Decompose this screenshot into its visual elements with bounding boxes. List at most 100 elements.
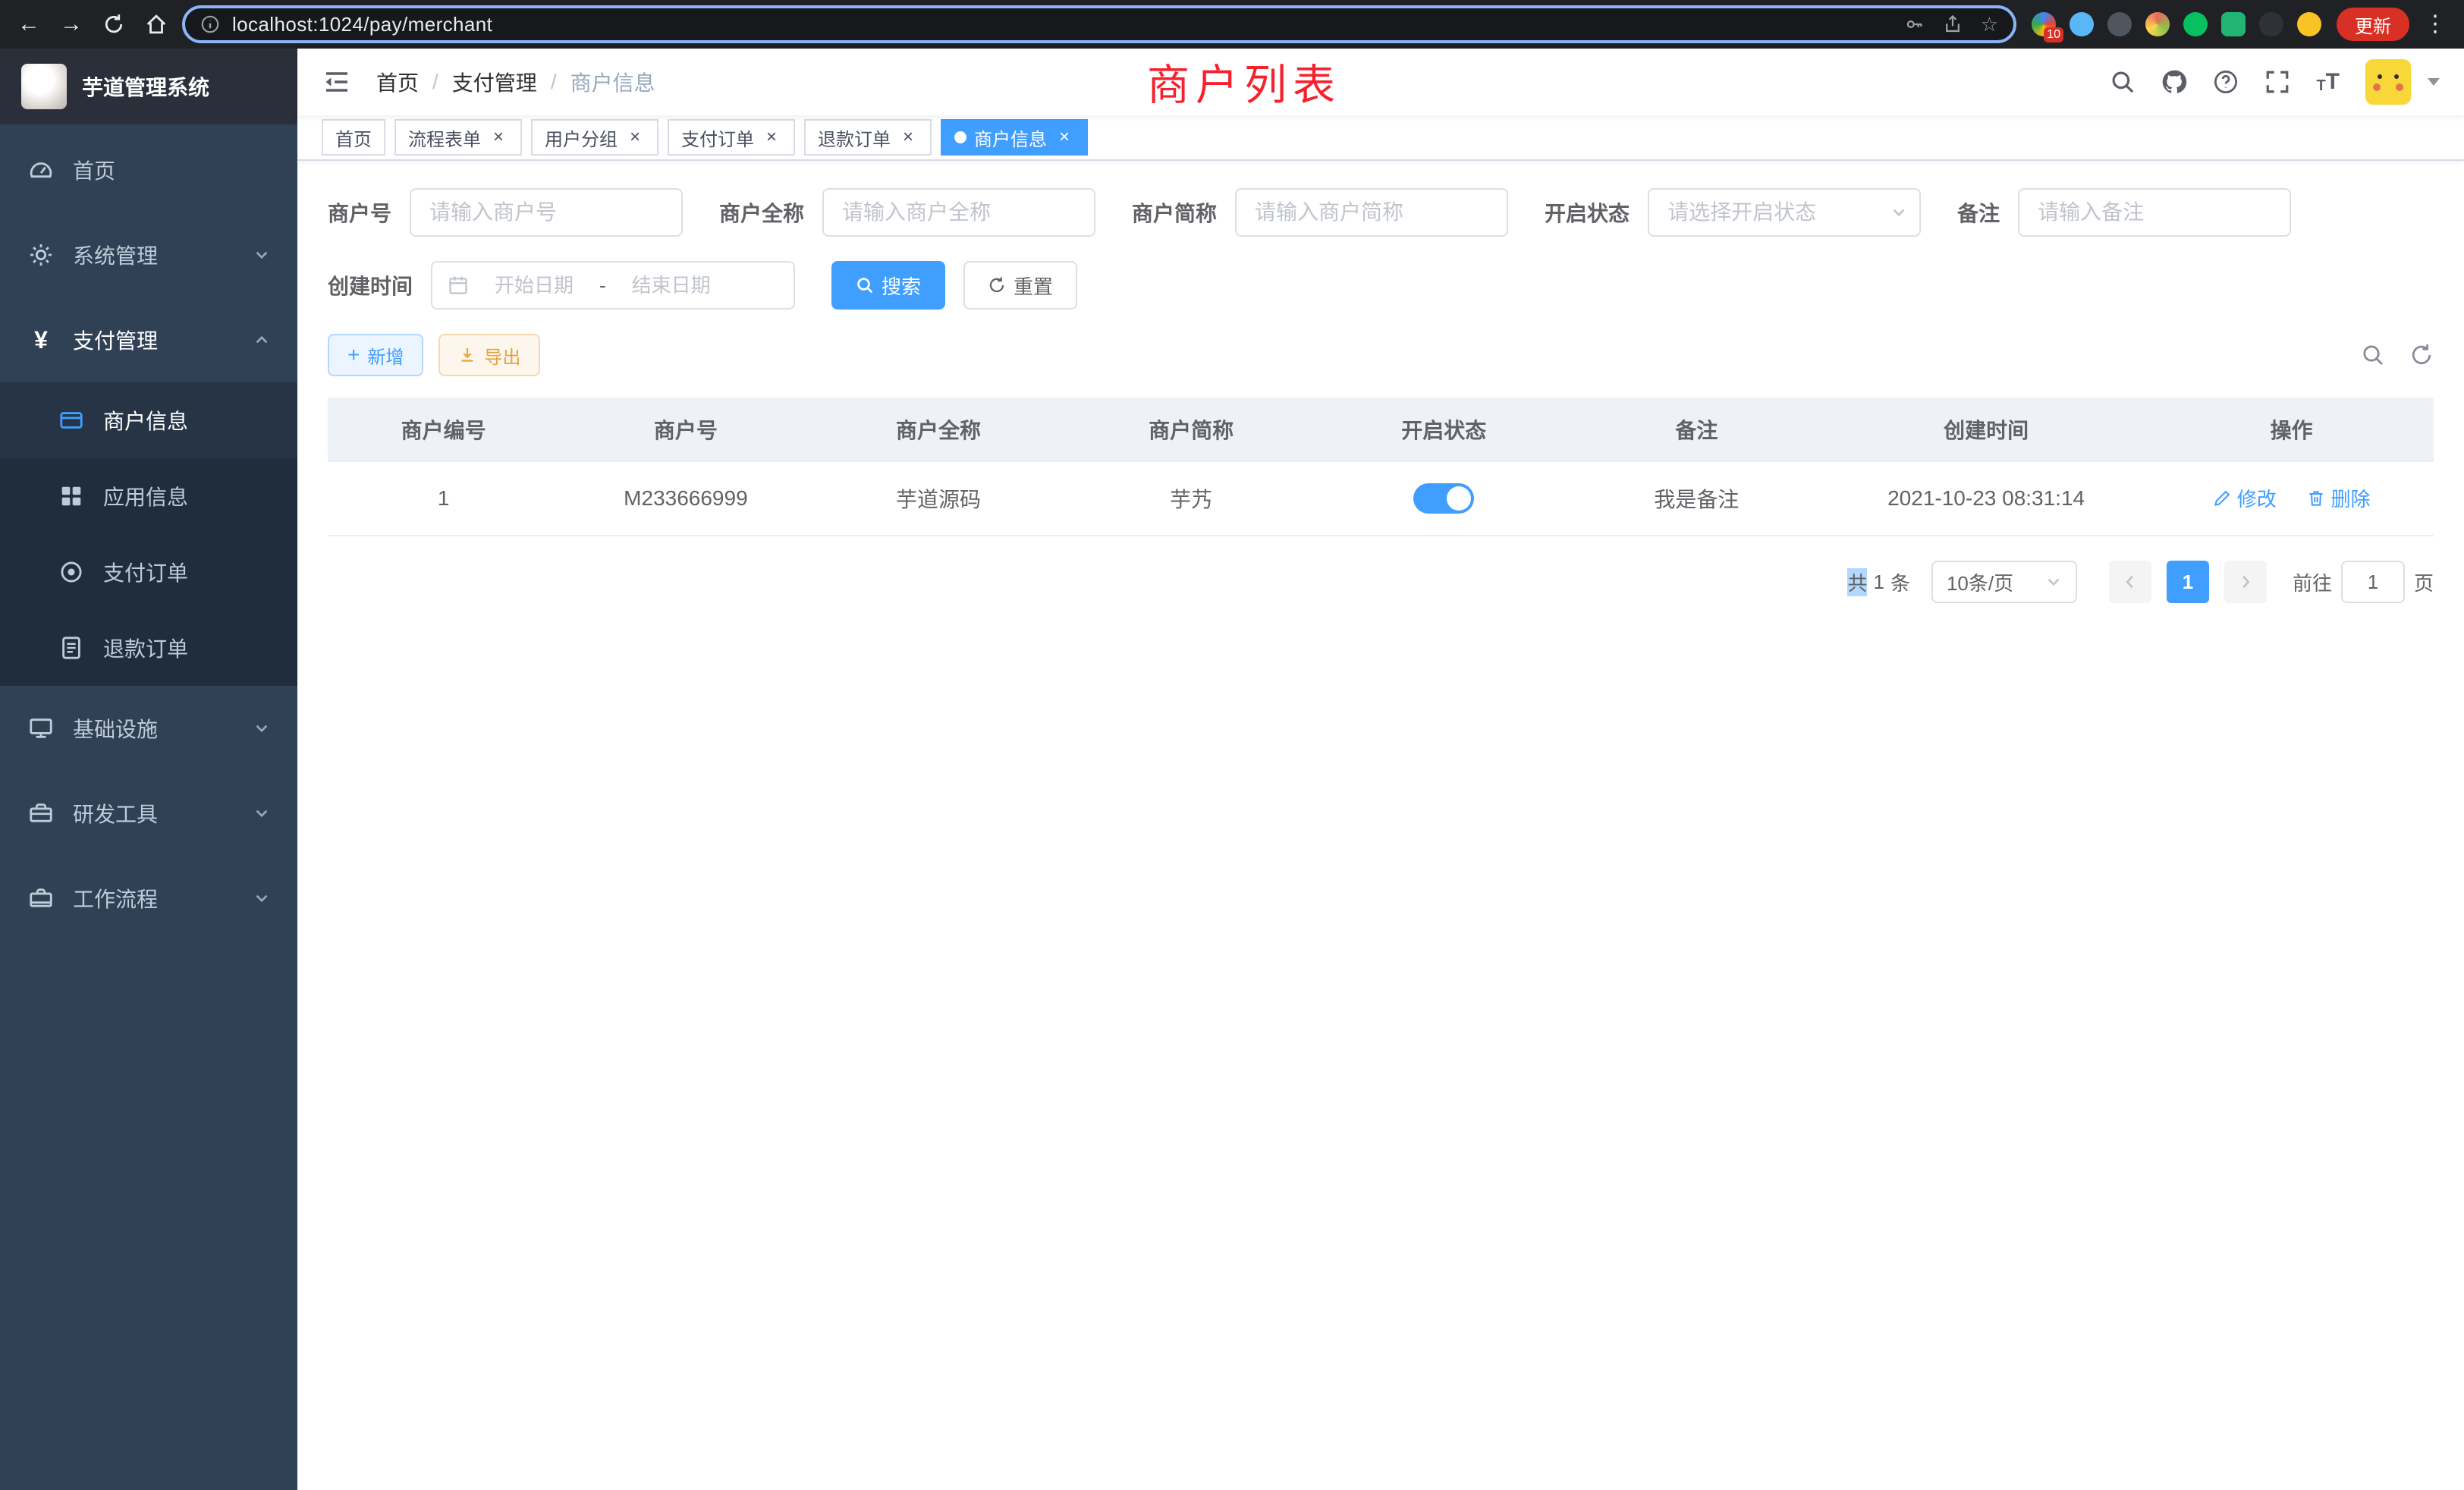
- share-icon[interactable]: [1943, 14, 1963, 34]
- sidebar-item-label: 商户信息: [103, 405, 188, 435]
- search-button[interactable]: 搜索: [831, 261, 945, 310]
- tab-label: 首页: [335, 124, 372, 151]
- extension-icon[interactable]: [2107, 12, 2132, 36]
- close-icon[interactable]: ×: [625, 127, 645, 147]
- close-icon[interactable]: ×: [489, 127, 508, 147]
- font-size-icon[interactable]: TT: [2316, 71, 2340, 93]
- sidebar-item-merchant-info[interactable]: 商户信息: [0, 382, 297, 458]
- logo-avatar: [21, 64, 67, 109]
- goto-page-input[interactable]: [2341, 561, 2405, 603]
- extension-icon[interactable]: [2297, 12, 2321, 36]
- tab-pay-order[interactable]: 支付订单 ×: [668, 119, 795, 156]
- tab-process-form[interactable]: 流程表单 ×: [394, 119, 522, 156]
- cell-full-name: 芋道源码: [812, 461, 1064, 536]
- toggle-search-icon[interactable]: [2361, 343, 2385, 367]
- briefcase-icon: [27, 885, 55, 912]
- full-name-input[interactable]: [822, 188, 1095, 237]
- sidebar-item-payment[interactable]: ¥ 支付管理: [0, 297, 297, 382]
- column-header: 开启状态: [1318, 398, 1570, 461]
- sidebar-item-workflow[interactable]: 工作流程: [0, 856, 297, 941]
- sidebar-item-label: 研发工具: [73, 798, 158, 828]
- tab-user-group[interactable]: 用户分组 ×: [531, 119, 658, 156]
- forward-icon[interactable]: →: [58, 11, 85, 38]
- app-title: 芋道管理系统: [82, 71, 209, 102]
- page-content: 商户号 商户全称 商户简称 开启状态: [297, 161, 2464, 1490]
- column-header: 备注: [1570, 398, 1823, 461]
- caret-down-icon[interactable]: [2428, 78, 2440, 86]
- add-button[interactable]: + 新增: [328, 334, 423, 376]
- sidebar-logo[interactable]: 芋道管理系统: [0, 49, 297, 124]
- tab-merchant-info[interactable]: 商户信息 ×: [941, 119, 1088, 156]
- extension-icon[interactable]: [2259, 12, 2283, 36]
- search-icon[interactable]: [2110, 69, 2136, 95]
- export-button[interactable]: 导出: [438, 334, 540, 376]
- breadcrumb-item[interactable]: 首页: [376, 67, 419, 97]
- edit-button[interactable]: 修改: [2213, 484, 2277, 512]
- plus-icon: +: [347, 344, 360, 366]
- reload-icon[interactable]: [100, 11, 127, 38]
- close-icon[interactable]: ×: [1054, 127, 1074, 147]
- avatar[interactable]: [2365, 59, 2411, 105]
- next-page-button[interactable]: [2224, 561, 2267, 603]
- close-icon[interactable]: ×: [762, 127, 781, 147]
- extension-icon[interactable]: [2183, 12, 2208, 36]
- reset-button[interactable]: 重置: [963, 261, 1077, 310]
- chevron-down-icon: [253, 720, 270, 737]
- start-date-input[interactable]: [478, 274, 590, 297]
- end-date-input[interactable]: [615, 274, 728, 297]
- sidebar-item-pay-order[interactable]: 支付订单: [0, 534, 297, 610]
- home-icon[interactable]: [143, 11, 170, 38]
- chevron-down-icon: [253, 247, 270, 263]
- fullscreen-icon[interactable]: [2264, 69, 2290, 95]
- tab-refund-order[interactable]: 退款订单 ×: [804, 119, 932, 156]
- merchant-no-input[interactable]: [410, 188, 683, 237]
- sidebar: 芋道管理系统 首页 系统管理: [0, 49, 297, 1490]
- sidebar-item-refund-order[interactable]: 退款订单: [0, 610, 297, 686]
- short-name-input[interactable]: [1235, 188, 1508, 237]
- hamburger-icon[interactable]: [322, 67, 352, 97]
- sidebar-item-devtools[interactable]: 研发工具: [0, 771, 297, 856]
- info-icon[interactable]: [200, 14, 220, 34]
- breadcrumb-item[interactable]: 支付管理: [452, 67, 537, 97]
- help-icon[interactable]: [2213, 69, 2239, 95]
- tab-home[interactable]: 首页: [322, 119, 385, 156]
- grid-icon: [58, 483, 85, 510]
- status-select-input[interactable]: [1649, 200, 1890, 225]
- bookmark-star-icon[interactable]: ☆: [1981, 13, 1998, 36]
- update-button[interactable]: 更新: [2337, 8, 2409, 41]
- field-label: 备注: [1957, 197, 2000, 228]
- delete-button[interactable]: 删除: [2307, 484, 2371, 512]
- extension-icon[interactable]: 10: [2032, 12, 2056, 36]
- browser-menu-icon[interactable]: ⋮: [2422, 11, 2449, 38]
- close-icon[interactable]: ×: [898, 127, 918, 147]
- address-bar[interactable]: localhost:1024/pay/merchant ☆: [182, 5, 2016, 43]
- url-text: localhost:1024/pay/merchant: [232, 13, 492, 36]
- cell-index: 1: [328, 461, 559, 536]
- extension-icon[interactable]: [2221, 12, 2246, 36]
- sidebar-item-system[interactable]: 系统管理: [0, 212, 297, 297]
- page-number-button[interactable]: 1: [2167, 561, 2209, 603]
- chevron-up-icon: [253, 332, 270, 348]
- prev-page-button[interactable]: [2109, 561, 2151, 603]
- extension-icon[interactable]: [2145, 12, 2170, 36]
- create-time-range-picker[interactable]: -: [431, 261, 795, 310]
- sidebar-item-home[interactable]: 首页: [0, 127, 297, 212]
- page-size-select[interactable]: 10条/页: [1931, 561, 2077, 603]
- cell-status: [1318, 461, 1570, 536]
- sidebar-item-infrastructure[interactable]: 基础设施: [0, 686, 297, 771]
- screen: ← → localhost:1024/pay/merchant ☆: [0, 0, 2464, 1490]
- key-icon[interactable]: [1905, 14, 1925, 34]
- github-icon[interactable]: [2161, 69, 2187, 95]
- status-toggle[interactable]: [1413, 483, 1474, 514]
- navbar: 首页 / 支付管理 / 商户信息 商户列表: [297, 49, 2464, 115]
- back-icon[interactable]: ←: [15, 11, 42, 38]
- filter-full-name: 商户全称: [719, 188, 1095, 237]
- column-header: 创建时间: [1823, 398, 2149, 461]
- remark-input[interactable]: [2018, 188, 2291, 237]
- merchant-table: 商户编号 商户号 商户全称 商户简称 开启状态 备注 创建时间 操作 1: [328, 398, 2434, 536]
- sidebar-item-app-info[interactable]: 应用信息: [0, 458, 297, 534]
- extension-icon[interactable]: [2070, 12, 2094, 36]
- monitor-icon: [27, 715, 55, 742]
- status-select[interactable]: [1648, 188, 1921, 237]
- refresh-icon[interactable]: [2409, 343, 2434, 367]
